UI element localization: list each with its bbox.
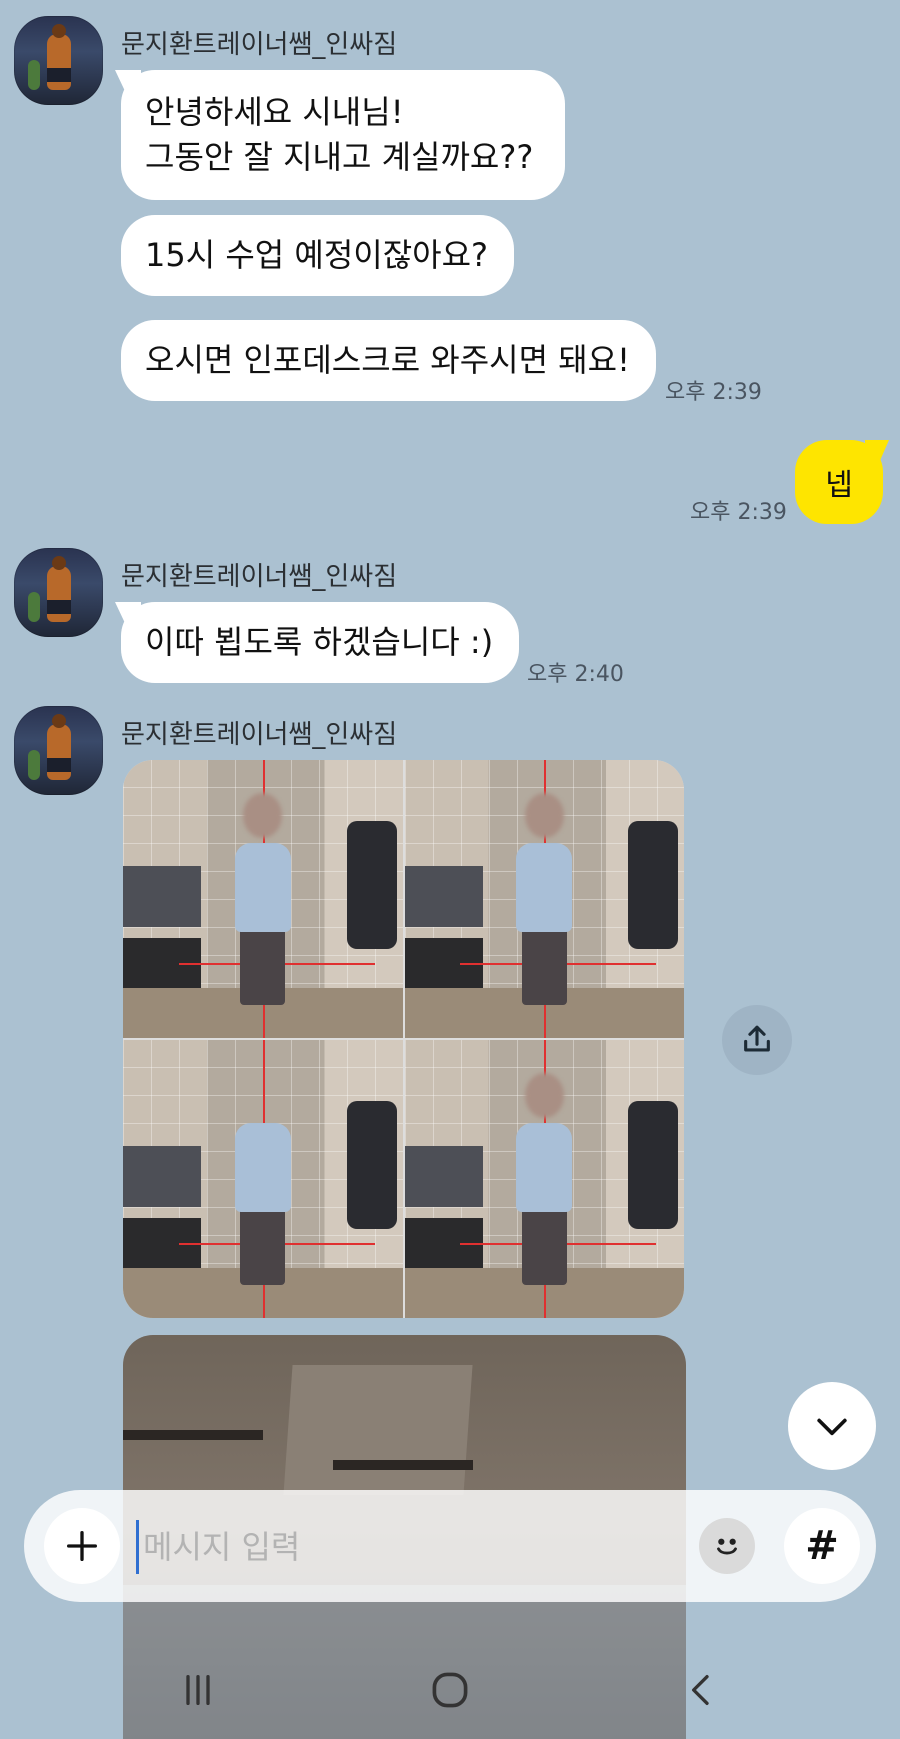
message-bubble[interactable]: 15시 수업 예정이잖아요? xyxy=(121,215,514,296)
hash-icon: # xyxy=(805,1523,839,1569)
chevron-down-icon xyxy=(817,1418,847,1436)
message-text: 오시면 인포데스크로 와주시면 돼요! xyxy=(145,341,630,379)
message-bubble[interactable]: 오시면 인포데스크로 와주시면 돼요! xyxy=(121,320,656,401)
posture-photo-side[interactable] xyxy=(404,760,684,1038)
message-composer: # xyxy=(24,1490,876,1602)
emoji-icon xyxy=(717,1538,737,1555)
posture-photo-back[interactable] xyxy=(123,1040,403,1318)
my-message-bubble[interactable]: 넵 xyxy=(795,440,883,524)
recent-apps-icon xyxy=(186,1675,210,1705)
system-navigation-bar xyxy=(0,1640,900,1739)
posture-photo-front[interactable] xyxy=(123,760,403,1038)
share-icon xyxy=(744,1025,770,1052)
message-text: 15시 수업 예정이잖아요? xyxy=(145,236,489,274)
my-message-text: 넵 xyxy=(825,468,853,503)
sender-name: 문지환트레이너쌤_인싸짐 xyxy=(121,30,398,60)
back-button[interactable] xyxy=(672,1660,732,1720)
sender-avatar[interactable] xyxy=(14,548,103,637)
photo-message[interactable] xyxy=(123,760,684,1318)
message-bubble[interactable]: 안녕하세요 시내님! 그동안 잘 지내고 계실까요?? xyxy=(121,70,565,200)
message-text: 안녕하세요 시내님! xyxy=(145,93,404,131)
sender-name: 문지환트레이너쌤_인싸짐 xyxy=(121,562,398,592)
hash-button[interactable]: # xyxy=(784,1508,860,1584)
my-message-time: 오후 2:39 xyxy=(690,500,787,525)
emoji-button[interactable] xyxy=(699,1518,755,1574)
back-icon xyxy=(692,1675,709,1705)
message-input[interactable] xyxy=(136,1520,705,1574)
share-button[interactable] xyxy=(722,1005,792,1075)
attach-button[interactable] xyxy=(44,1508,120,1584)
message-time: 오후 2:39 xyxy=(665,380,762,405)
message-text: 그동안 잘 지내고 계실까요?? xyxy=(145,138,534,176)
sender-avatar[interactable] xyxy=(14,706,103,795)
message-text: 이따 뵙도록 하겠습니다 :) xyxy=(145,623,494,661)
sender-avatar[interactable] xyxy=(14,16,103,105)
home-icon xyxy=(432,1672,468,1708)
scroll-down-button[interactable] xyxy=(788,1382,876,1470)
posture-photo-side-2[interactable] xyxy=(404,1040,684,1318)
message-time: 오후 2:40 xyxy=(527,662,624,687)
plus-icon xyxy=(67,1531,98,1561)
message-bubble[interactable]: 이따 뵙도록 하겠습니다 :) xyxy=(121,602,519,683)
sender-name: 문지환트레이너쌤_인싸짐 xyxy=(121,720,398,750)
recent-apps-button[interactable] xyxy=(168,1660,228,1720)
home-button[interactable] xyxy=(420,1660,480,1720)
